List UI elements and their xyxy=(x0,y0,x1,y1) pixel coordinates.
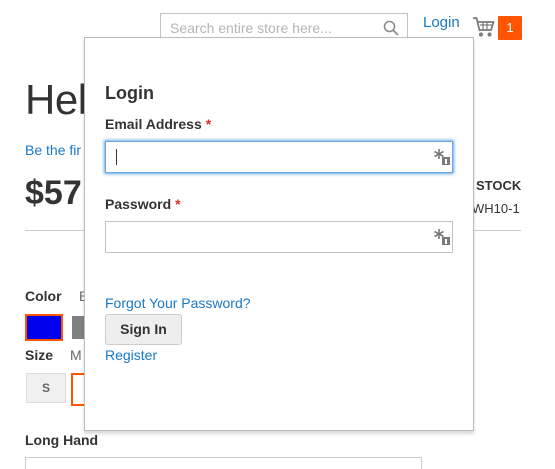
stock-status: STOCK xyxy=(476,178,522,193)
sign-in-button[interactable]: Sign In xyxy=(105,314,182,345)
long-hand-label: Long Hand xyxy=(25,432,99,448)
product-sku: WH10-1 xyxy=(472,201,520,216)
search-icon[interactable] xyxy=(383,20,399,36)
product-price: $57 xyxy=(25,174,82,212)
email-field[interactable] xyxy=(105,141,453,173)
login-dropdown: Login Email Address * Password * Forgot … xyxy=(84,37,474,431)
size-label: Size xyxy=(25,347,54,363)
password-field[interactable] xyxy=(105,221,453,253)
color-swatch-blue[interactable] xyxy=(25,314,63,341)
password-manager-icon[interactable] xyxy=(433,148,451,166)
cart-icon[interactable] xyxy=(472,16,496,38)
password-manager-icon[interactable] xyxy=(433,228,451,246)
color-label: Color xyxy=(25,288,62,304)
login-title: Login xyxy=(105,83,154,103)
forgot-password-link[interactable]: Forgot Your Password? xyxy=(105,295,251,311)
review-link[interactable]: Be the fir xyxy=(25,142,81,158)
page-title: Hel xyxy=(25,76,87,123)
register-link[interactable]: Register xyxy=(105,347,157,363)
login-link[interactable]: Login xyxy=(423,14,460,31)
long-hand-field[interactable] xyxy=(25,457,422,469)
password-input[interactable] xyxy=(106,222,435,252)
email-label-text: Email Address xyxy=(105,116,202,132)
size-option-m[interactable] xyxy=(71,373,85,406)
password-label-text: Password xyxy=(105,196,172,212)
cart-count-badge[interactable]: 1 xyxy=(498,16,522,40)
text-caret xyxy=(116,149,117,165)
email-input[interactable] xyxy=(106,142,435,172)
required-mark: * xyxy=(175,196,181,212)
required-mark: * xyxy=(205,116,212,132)
email-label: Email Address * xyxy=(105,116,211,132)
size-value: M xyxy=(70,347,82,363)
password-label: Password * xyxy=(105,196,181,212)
size-option-s[interactable]: S xyxy=(26,373,66,403)
